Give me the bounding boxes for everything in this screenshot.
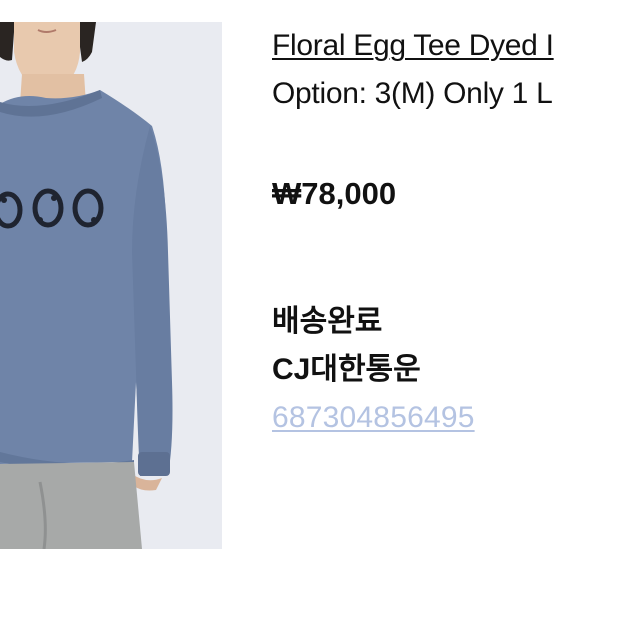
product-photo[interactable] [0, 22, 222, 549]
product-option: Option: 3(M) Only 1 L [272, 77, 553, 110]
product-price: ₩78,000 [272, 176, 397, 211]
shipping-carrier: CJ대한통운 [272, 353, 421, 386]
product-title-link[interactable]: Floral Egg Tee Dyed I [272, 26, 554, 66]
product-order-view: Floral Egg Tee Dyed I Option: 3(M) Only … [0, 0, 620, 620]
tracking-number-link[interactable]: 687304856495 [272, 398, 475, 438]
shipping-status: 배송완료 [272, 305, 383, 338]
model-illustration [0, 22, 222, 549]
